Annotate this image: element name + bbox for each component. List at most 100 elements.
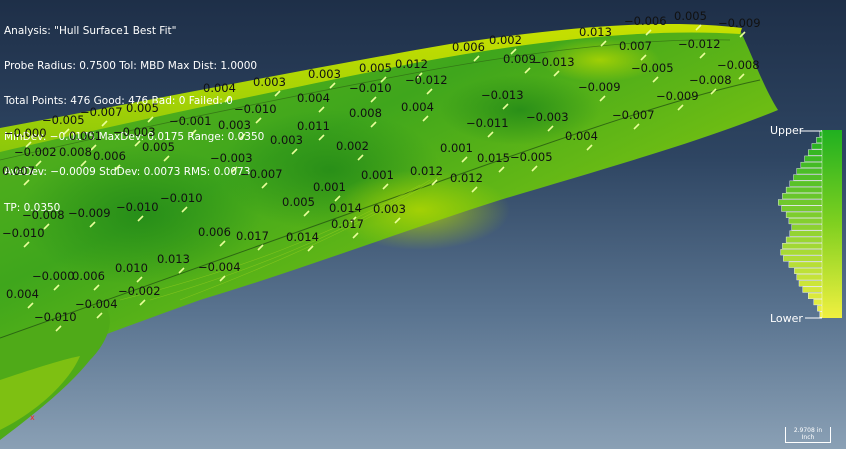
deviation-label[interactable]: −0.008: [717, 59, 760, 71]
deviation-label[interactable]: −0.010: [160, 192, 203, 204]
legend-bin: [788, 218, 823, 225]
legend-bin: [804, 155, 823, 162]
deviation-label[interactable]: 0.001: [69, 130, 102, 142]
scale-bar: 2.9708 in Inch: [785, 427, 831, 443]
deviation-label[interactable]: 0.002: [336, 140, 369, 152]
deviation-label[interactable]: 0.006: [452, 41, 485, 53]
deviation-label[interactable]: 0.006: [72, 270, 105, 282]
legend-bin: [785, 236, 823, 243]
deviation-label[interactable]: −0.007: [612, 109, 655, 121]
deviation-label[interactable]: −0.005: [631, 62, 674, 74]
deviation-label[interactable]: 0.004: [6, 288, 39, 300]
deviation-label[interactable]: −0.000: [4, 127, 47, 139]
deviation-label[interactable]: −0.010: [34, 311, 77, 323]
deviation-label[interactable]: 0.008: [59, 146, 92, 158]
deviation-label[interactable]: −0.006: [624, 15, 667, 27]
legend-bin: [781, 205, 823, 212]
deviation-label[interactable]: 0.012: [410, 165, 443, 177]
deviation-label[interactable]: 0.003: [218, 119, 251, 131]
deviation-label[interactable]: 0.015: [477, 152, 510, 164]
deviation-label[interactable]: 0.003: [308, 68, 341, 80]
deviation-label[interactable]: 0.013: [579, 26, 612, 38]
legend-color-bar: [822, 130, 842, 318]
legend-bin: [816, 137, 823, 144]
deviation-label[interactable]: 0.004: [565, 130, 598, 142]
deviation-label[interactable]: −0.009: [656, 90, 699, 102]
legend-bin: [793, 174, 823, 181]
legend-bin: [794, 267, 823, 274]
deviation-label[interactable]: −0.002: [14, 146, 57, 158]
deviation-label[interactable]: −0.007: [240, 168, 283, 180]
deviation-label[interactable]: −0.004: [198, 261, 241, 273]
legend-bin: [789, 230, 823, 237]
deviation-label[interactable]: −0.005: [510, 151, 553, 163]
deviation-label[interactable]: 0.002: [489, 34, 522, 46]
deviation-label[interactable]: 0.017: [236, 230, 269, 242]
deviation-label[interactable]: −0.009: [718, 17, 761, 29]
deviation-label[interactable]: 0.017: [331, 218, 364, 230]
deviation-label[interactable]: −0.012: [678, 38, 721, 50]
deviation-label[interactable]: 0.012: [395, 58, 428, 70]
deviation-label[interactable]: 0.004: [203, 82, 236, 94]
deviation-label[interactable]: −0.004: [75, 298, 118, 310]
deviation-label[interactable]: −0.008: [22, 209, 65, 221]
info-line-stats: AveDev: −0.0009 StdDev: 0.0073 RMS: 0.00…: [4, 166, 251, 179]
deviation-label[interactable]: 0.008: [349, 107, 382, 119]
deviation-label[interactable]: −0.011: [466, 117, 509, 129]
deviation-label[interactable]: −0.007: [80, 106, 123, 118]
deviation-label[interactable]: −0.008: [689, 74, 732, 86]
deviation-label[interactable]: 0.007: [2, 165, 35, 177]
deviation-label[interactable]: −0.003: [210, 152, 253, 164]
deviation-label[interactable]: −0.013: [532, 56, 575, 68]
deviation-label[interactable]: 0.014: [329, 202, 362, 214]
deviation-label[interactable]: −0.009: [578, 81, 621, 93]
legend-bin: [819, 130, 823, 137]
deviation-label[interactable]: 0.012: [450, 172, 483, 184]
deviation-label[interactable]: −0.005: [42, 114, 85, 126]
legend-bin: [780, 249, 823, 256]
deviation-label[interactable]: 0.007: [619, 40, 652, 52]
deviation-label[interactable]: −0.012: [405, 74, 448, 86]
deviation-label[interactable]: 0.014: [286, 231, 319, 243]
deviation-label[interactable]: −0.003: [526, 111, 569, 123]
legend-bin: [811, 143, 823, 150]
deviation-label[interactable]: 0.009: [503, 53, 536, 65]
deviation-label[interactable]: −0.002: [118, 285, 161, 297]
deviation-label[interactable]: 0.001: [440, 142, 473, 154]
deviation-label[interactable]: −0.010: [116, 201, 159, 213]
legend-bin: [782, 242, 823, 250]
deviation-label[interactable]: 0.005: [126, 102, 159, 114]
deviation-label[interactable]: 0.001: [313, 181, 346, 193]
deviation-label[interactable]: 0.004: [297, 92, 330, 104]
deviation-label[interactable]: 0.010: [115, 262, 148, 274]
deviation-label[interactable]: −0.001: [169, 115, 212, 127]
deviation-label[interactable]: −0.003: [113, 126, 156, 138]
deviation-label[interactable]: 0.001: [361, 169, 394, 181]
deviation-label[interactable]: −0.010: [349, 82, 392, 94]
deviation-label[interactable]: 0.005: [142, 141, 175, 153]
deviation-label[interactable]: 0.005: [282, 196, 315, 208]
analysis-viewport[interactable]: Analysis: "Hull Surface1 Best Fit" Probe…: [0, 0, 846, 449]
deviation-label[interactable]: 0.003: [253, 76, 286, 88]
deviation-label[interactable]: −0.010: [234, 103, 277, 115]
deviation-label[interactable]: 0.013: [157, 253, 190, 265]
legend-bin: [800, 161, 823, 169]
deviation-label[interactable]: 0.003: [373, 203, 406, 215]
deviation-label[interactable]: −0.000: [32, 270, 75, 282]
deviation-label[interactable]: 0.006: [93, 150, 126, 162]
legend-bin: [796, 168, 823, 175]
legend-bin: [785, 186, 823, 193]
deviation-label[interactable]: −0.013: [481, 89, 524, 101]
deviation-label[interactable]: 0.006: [198, 226, 231, 238]
deviation-label[interactable]: 0.011: [297, 120, 330, 132]
axis-triad-icon: x: [30, 413, 35, 422]
deviation-label[interactable]: −0.009: [68, 207, 111, 219]
legend-lower-label: Lower: [770, 312, 803, 325]
deviation-label[interactable]: 0.003: [270, 134, 303, 146]
deviation-label[interactable]: 0.004: [401, 101, 434, 113]
legend-bin: [813, 299, 823, 306]
deviation-label[interactable]: 0.005: [674, 10, 707, 22]
legend-bin: [796, 274, 823, 281]
deviation-label[interactable]: −0.010: [2, 227, 45, 239]
deviation-label[interactable]: 0.005: [359, 62, 392, 74]
